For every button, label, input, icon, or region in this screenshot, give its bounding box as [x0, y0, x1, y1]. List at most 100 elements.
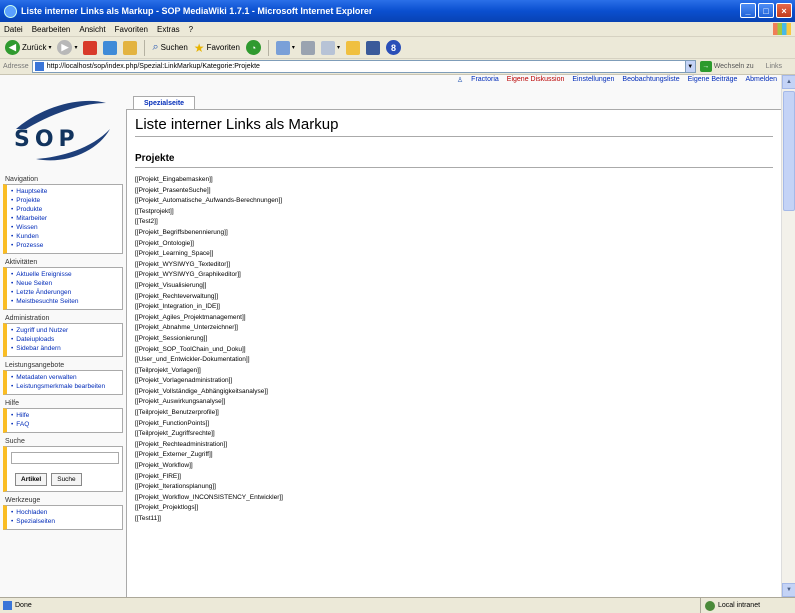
search-button[interactable]: ⌕ Suchen — [150, 39, 189, 57]
scroll-down-button[interactable]: ▼ — [782, 583, 795, 597]
internet-explorer-icon — [4, 4, 17, 18]
link-markup-line: [[Projekt_Auswirkungsanalyse]] — [135, 398, 226, 406]
sop-logo[interactable]: SOP — [6, 93, 116, 173]
sidebar-item-dateiuploads[interactable]: • Dateiuploads — [11, 335, 120, 344]
tab-special-page[interactable]: Spezialseite — [133, 96, 196, 110]
personal-link-discussion[interactable]: Eigene Diskussion — [507, 76, 565, 84]
portlet-aktivitaeten: Aktivitäten • Aktuelle Ereignisse • Neue S… — [3, 258, 123, 310]
sidebar-item-faq[interactable]: • FAQ — [11, 420, 120, 429]
personal-link-user[interactable]: Fractoria — [471, 76, 499, 84]
menu-help[interactable]: ? — [189, 25, 193, 34]
vertical-scrollbar[interactable]: ▲ ▼ — [781, 75, 795, 597]
portlet-navigation: Navigation • Hauptseite • Projekte • Produk… — [3, 175, 123, 254]
back-button[interactable]: ◀ Zurück ▾ — [3, 39, 53, 57]
sidebar-item-leistungsmerkmale[interactable]: • Leistungsmerkmale bearbeiten — [11, 382, 111, 391]
refresh-button[interactable] — [101, 39, 119, 57]
history-button[interactable]: ◔ — [244, 39, 263, 57]
forward-button[interactable]: ▶ ▾ — [55, 39, 79, 57]
link-markup-line: [[Test11]] — [135, 515, 161, 522]
home-button[interactable] — [121, 39, 139, 57]
go-article-button[interactable]: Artikel — [15, 473, 48, 486]
favorites-label: Favoriten — [206, 43, 240, 52]
print-button[interactable] — [299, 39, 317, 57]
folder-icon — [345, 40, 360, 55]
personal-link-contributions[interactable]: Eigene Beiträge — [688, 76, 738, 84]
go-label: Wechseln zu — [713, 63, 754, 70]
address-bar: Adresse http://localhost/sop/index.php/S… — [0, 59, 795, 75]
sidebar-item-meistbesuchte-seiten[interactable]: • Meistbesuchte Seiten — [11, 297, 120, 306]
sidebar-item-metadaten[interactable]: • Metadaten verwalten — [11, 373, 120, 382]
sidebar-item-spezialseiten[interactable]: • Spezialseiten — [11, 517, 120, 526]
address-dropdown-button[interactable]: ▼ — [684, 60, 696, 73]
link-markup-line: [[Projekt_Rechteverwaltung]] — [135, 292, 219, 300]
toolbar-separator — [267, 39, 269, 56]
menu-favoriten[interactable]: Favoriten — [115, 25, 148, 34]
favorites-button[interactable]: ★ Favoriten — [192, 39, 242, 57]
menu-datei[interactable]: Datei — [4, 25, 23, 34]
sidebar-item-hochladen[interactable]: • Hochladen — [11, 508, 120, 517]
history-icon: ◔ — [245, 40, 261, 55]
sidebar-item-aktuelle-ereignisse[interactable]: • Aktuelle Ereignisse — [11, 270, 120, 279]
toolbar-separator — [144, 39, 146, 56]
stop-button[interactable] — [81, 39, 99, 57]
research-icon — [365, 40, 380, 55]
user-icon: ♙ — [456, 77, 464, 84]
maximize-button[interactable]: □ — [758, 3, 774, 18]
fulltext-search-button[interactable]: Suche — [51, 473, 82, 486]
window-controls: _ □ × — [740, 3, 792, 18]
sidebar-item-prozesse[interactable]: • Prozesse — [11, 241, 120, 250]
portlet-body: Artikel Suche — [3, 446, 123, 492]
link-markup-line: [[Projekt_Abnahme_Unterzeichner]] — [135, 324, 238, 332]
portlet-hilfe: Hilfe • Hilfe • FAQ — [3, 399, 123, 433]
link-markup-line: [[Projekt_Iterationsplanung]] — [135, 483, 216, 491]
status-zone: Local intranet — [700, 598, 760, 613]
sidebar-item-hilfe[interactable]: • Hilfe — [11, 411, 120, 420]
sidebar-item-wissen[interactable]: • Wissen — [11, 223, 120, 232]
link-markup-line: [[Projekt_Rechteadministration]] — [135, 440, 228, 448]
link-markup-line: [[Projekt_PrasenteSuche]] — [135, 186, 211, 194]
close-button[interactable]: × — [776, 3, 792, 18]
mail-button[interactable]: ▾ — [274, 39, 297, 57]
menu-extras[interactable]: Extras — [157, 25, 180, 34]
zone-text: Local intranet — [718, 602, 761, 609]
address-input[interactable]: http://localhost/sop/index.php/Spezial:L… — [31, 60, 686, 73]
sidebar-item-mitarbeiter[interactable]: • Mitarbeiter — [11, 214, 120, 223]
sidebar-item-hauptseite[interactable]: • Hauptseite — [11, 187, 120, 196]
personal-link-preferences[interactable]: Einstellungen — [572, 76, 614, 84]
portlet-title: Leistungsangebote — [5, 362, 65, 369]
messenger-button[interactable]: 8 — [384, 39, 403, 57]
search-buttons: Artikel Suche — [15, 473, 120, 486]
menu-bearbeiten[interactable]: Bearbeiten — [32, 25, 71, 34]
sidebar-item-projekte[interactable]: • Projekte — [11, 196, 120, 205]
link-markup-line: [[Projekt_Integration_in_IDE]] — [135, 303, 220, 311]
sidebar-item-produkte[interactable]: • Produkte — [11, 205, 120, 214]
minimize-button[interactable]: _ — [740, 3, 756, 18]
portlet-title: Werkzeuge — [5, 497, 41, 504]
personal-link-watchlist[interactable]: Beobachtungsliste — [622, 76, 679, 84]
link-markup-line: [[Projekt_SOP_ToolChain_und_Doku]] — [135, 345, 246, 353]
edit-button[interactable]: ▾ — [319, 39, 342, 57]
menu-ansicht[interactable]: Ansicht — [79, 25, 105, 34]
links-toolbar-button[interactable]: Links — [766, 63, 782, 70]
scroll-up-button[interactable]: ▲ — [782, 75, 795, 89]
link-markup-line: [[Projekt_Vorlagenadministration]] — [135, 377, 233, 385]
edit-icon — [320, 40, 335, 55]
portlet-suche: Suche Artikel Suche — [3, 437, 123, 492]
sidebar-item-letzte-aenderungen[interactable]: • Letzte Änderungen — [11, 288, 120, 297]
sidebar-item-neue-seiten[interactable]: • Neue Seiten — [11, 279, 120, 288]
sidebar-item-sidebar-aendern[interactable]: • Sidebar ändern — [11, 344, 120, 353]
chevron-down-icon: ▾ — [291, 45, 295, 51]
chevron-down-icon: ▾ — [74, 45, 78, 51]
sidebar-item-zugriff-und-nutzer[interactable]: • Zugriff und Nutzer — [11, 326, 120, 335]
scroll-thumb[interactable] — [783, 91, 795, 211]
folder-button[interactable] — [344, 39, 362, 57]
personal-link-logout[interactable]: Abmelden — [745, 76, 777, 84]
sidebar-item-kunden[interactable]: • Kunden — [11, 232, 120, 241]
link-markup-line: [[Projekt_Learning_Space]] — [135, 250, 214, 258]
chevron-down-icon: ▾ — [48, 45, 52, 51]
window-title: Liste interner Links als Markup - SOP Me… — [21, 6, 373, 16]
back-arrow-icon: ◀ — [5, 40, 20, 55]
go-button[interactable]: → Wechseln zu — [699, 61, 754, 72]
research-button[interactable] — [364, 39, 382, 57]
search-input[interactable] — [11, 452, 119, 464]
